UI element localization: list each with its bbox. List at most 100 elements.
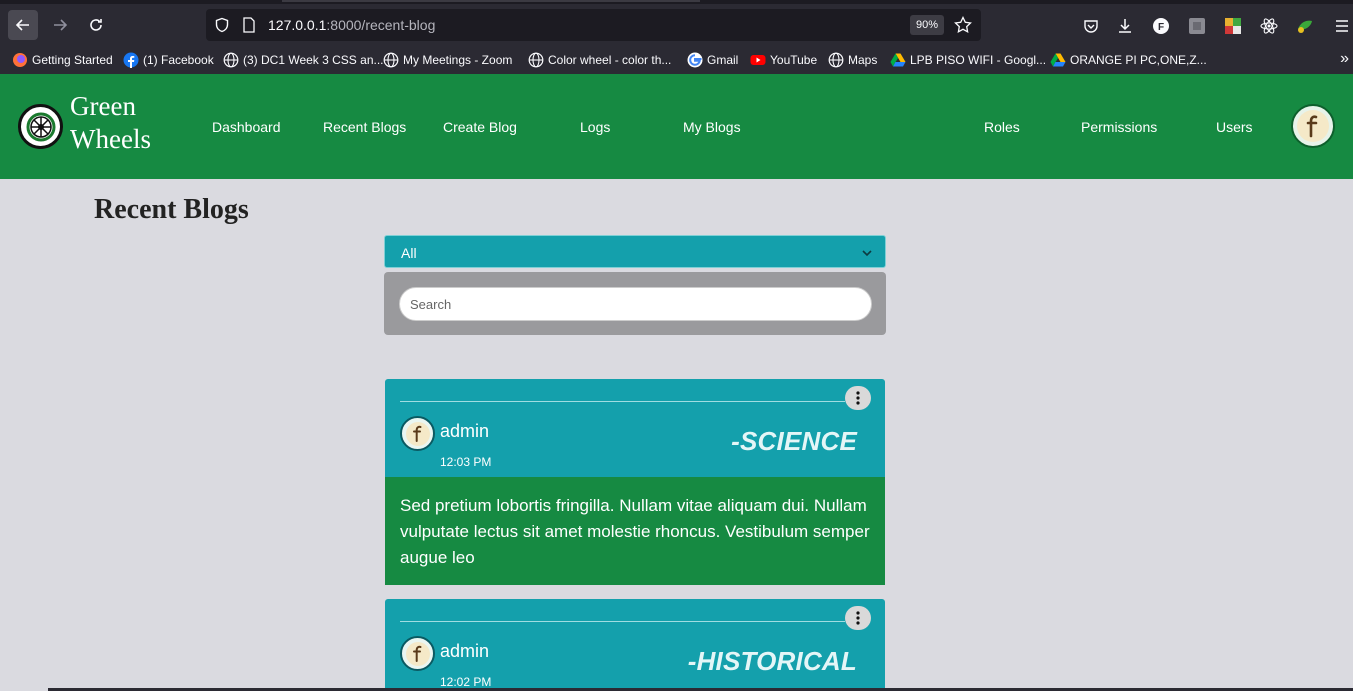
reload-icon <box>90 19 102 31</box>
nav-permissions[interactable]: Permissions <box>1081 119 1157 135</box>
avatar-f-icon <box>405 641 430 666</box>
account-icon[interactable]: F <box>1152 17 1170 35</box>
bookmark-item[interactable]: Getting Started <box>12 51 113 69</box>
brand-logo[interactable] <box>18 104 63 149</box>
globe-icon <box>223 52 239 68</box>
kebab-menu-icon <box>856 391 860 405</box>
brand-line-1: Green <box>70 91 136 121</box>
url-host: 127.0.0.1 <box>268 17 327 33</box>
youtube-icon <box>750 52 766 68</box>
post-time: 12:02 PM <box>440 675 492 689</box>
avatar-f-icon <box>1297 110 1329 142</box>
page-icon[interactable] <box>242 17 256 38</box>
extension-grey-icon[interactable] <box>1188 17 1206 35</box>
extension-leaf-icon[interactable] <box>1296 17 1314 35</box>
nav-recent-blogs[interactable]: Recent Blogs <box>323 119 406 135</box>
bookmark-label: LPB PISO WIFI - Googl... <box>910 53 1047 67</box>
google-drive-icon <box>890 52 906 68</box>
blog-post-card[interactable]: admin 12:03 PM -SCIENCE Sed pretium lobo… <box>385 379 885 585</box>
svg-text:F: F <box>1158 22 1164 33</box>
brand-name[interactable]: Green Wheels <box>70 90 151 156</box>
post-category: -SCIENCE <box>731 426 857 456</box>
post-header: admin 12:02 PM -HISTORICAL <box>385 599 885 691</box>
bookmark-label: ORANGE PI PC,ONE,Z... <box>1070 53 1207 67</box>
bookmark-star-icon[interactable] <box>954 15 972 39</box>
user-avatar[interactable] <box>1291 104 1335 148</box>
bookmark-label: Getting Started <box>32 53 113 67</box>
brand-line-2: Wheels <box>70 124 151 154</box>
nav-create-blog[interactable]: Create Blog <box>443 119 517 135</box>
post-body: Sed pretium lobortis fringilla. Nullam v… <box>385 477 885 585</box>
bookmark-label: Gmail <box>707 53 739 67</box>
address-bar[interactable]: 127.0.0.1:8000/recent-blog 90% <box>206 9 981 41</box>
nav-dashboard[interactable]: Dashboard <box>212 119 281 135</box>
active-tab-edge[interactable] <box>282 0 700 2</box>
bookmark-item[interactable]: ORANGE PI PC,ONE,Z... <box>1050 51 1207 69</box>
arrow-left-icon <box>15 19 29 31</box>
arrow-right-icon <box>54 19 68 31</box>
bookmark-label: (1) Facebook <box>143 53 214 67</box>
bookmark-label: YouTube <box>770 53 818 67</box>
globe-icon <box>828 52 844 68</box>
bookmarks-toolbar: Getting Started (1) Facebook (3) DC1 Wee… <box>0 46 1353 74</box>
avatar-f-icon <box>405 421 430 446</box>
author-avatar[interactable] <box>400 636 435 671</box>
firefox-icon <box>12 52 28 68</box>
bookmark-item[interactable]: YouTube <box>750 51 817 69</box>
post-header: admin 12:03 PM -SCIENCE <box>385 379 885 477</box>
pocket-icon[interactable] <box>1082 17 1100 35</box>
post-options-button[interactable] <box>845 606 871 630</box>
google-drive-icon <box>1050 52 1066 68</box>
header-divider <box>400 401 845 402</box>
menu-icon[interactable] <box>1333 17 1351 35</box>
url-text[interactable]: 127.0.0.1:8000/recent-blog <box>268 17 435 33</box>
nav-logs[interactable]: Logs <box>580 119 610 135</box>
google-icon <box>687 52 703 68</box>
header-divider <box>400 621 845 622</box>
blog-post-card[interactable]: admin 12:02 PM -HISTORICAL <box>385 599 885 691</box>
filter-selected-value: All <box>401 245 417 261</box>
nav-roles[interactable]: Roles <box>984 119 1020 135</box>
bookmark-label: Maps <box>848 53 878 67</box>
bookmark-item[interactable]: (3) DC1 Week 3 CSS an... <box>223 51 384 69</box>
globe-icon <box>383 52 399 68</box>
nav-users[interactable]: Users <box>1216 119 1253 135</box>
bookmark-item[interactable]: Gmail <box>687 51 738 69</box>
bookmark-label: My Meetings - Zoom <box>403 53 513 67</box>
nav-my-blogs[interactable]: My Blogs <box>683 119 741 135</box>
extension-colorful-icon[interactable] <box>1224 17 1242 35</box>
kebab-menu-icon <box>856 611 860 625</box>
react-devtools-icon[interactable] <box>1260 17 1278 35</box>
globe-icon <box>528 52 544 68</box>
bookmark-item[interactable]: Maps <box>828 51 877 69</box>
search-panel <box>384 272 886 335</box>
bookmark-label: (3) DC1 Week 3 CSS an... <box>243 53 384 67</box>
reload-button[interactable] <box>81 10 111 40</box>
chevron-double-right-icon[interactable]: » <box>1340 50 1349 68</box>
page-title: Recent Blogs <box>94 194 249 225</box>
bookmark-item[interactable]: LPB PISO WIFI - Googl... <box>890 51 1046 69</box>
post-options-button[interactable] <box>845 386 871 410</box>
downloads-icon[interactable] <box>1116 17 1134 35</box>
wheel-logo-icon <box>26 112 55 141</box>
browser-toolbar: 127.0.0.1:8000/recent-blog 90% F <box>0 4 1353 46</box>
zoom-indicator[interactable]: 90% <box>910 15 945 35</box>
facebook-icon <box>123 52 139 68</box>
post-time: 12:03 PM <box>440 455 492 469</box>
chevron-down-icon <box>861 246 873 262</box>
bookmark-label: Color wheel - color th... <box>548 53 672 67</box>
bookmark-item[interactable]: (1) Facebook <box>123 51 214 69</box>
search-input[interactable] <box>399 287 872 321</box>
url-path: :8000/recent-blog <box>326 17 436 33</box>
back-button[interactable] <box>8 10 38 40</box>
post-author[interactable]: admin <box>440 421 489 442</box>
post-author[interactable]: admin <box>440 641 489 662</box>
category-filter-select[interactable]: All <box>384 235 886 268</box>
bookmark-item[interactable]: Color wheel - color th... <box>528 51 671 69</box>
author-avatar[interactable] <box>400 416 435 451</box>
app-navbar: Green Wheels Dashboard Recent Blogs Crea… <box>0 74 1353 179</box>
shield-icon[interactable] <box>214 17 230 38</box>
forward-button[interactable] <box>45 10 75 40</box>
post-category: -HISTORICAL <box>687 646 857 676</box>
bookmark-item[interactable]: My Meetings - Zoom <box>383 51 512 69</box>
